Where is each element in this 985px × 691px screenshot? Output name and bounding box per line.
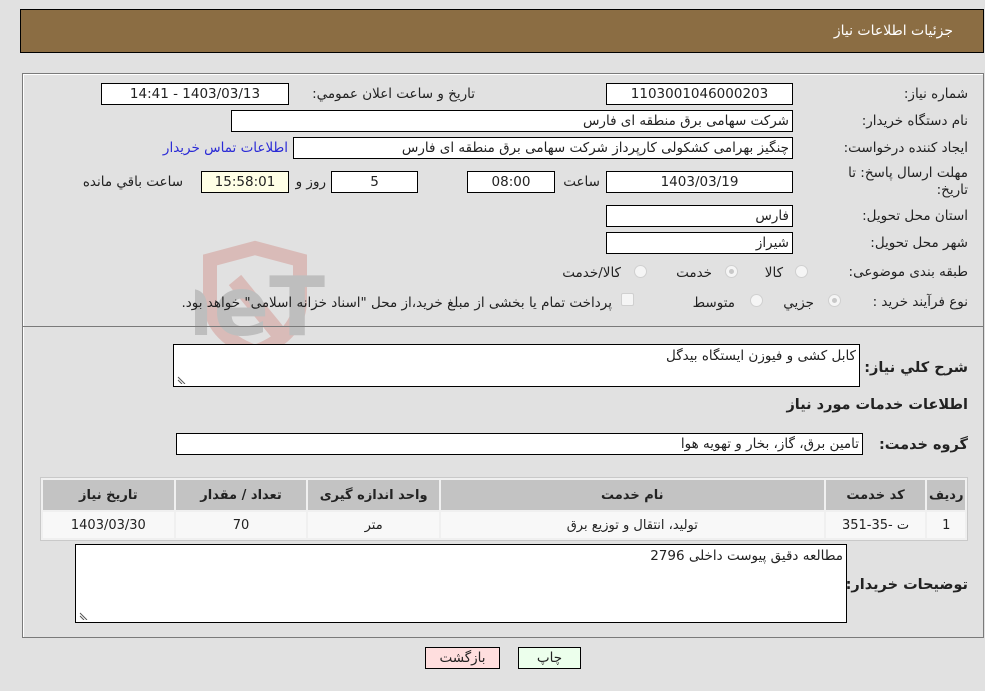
deadline-date-field[interactable]: 1403/03/19 [606,171,793,193]
cell-service-name: تولید، انتقال و توزیع برق [440,512,824,538]
description-textarea[interactable]: کابل کشی و فیوزن ایستگاه بیدگل [173,344,860,387]
need-number-label: شماره نیاز: [903,86,968,102]
city-label: شهر محل تحویل: [870,235,968,251]
announce-datetime-label: تاریخ و ساعت اعلان عمومي: [312,86,475,102]
requester-label: ایجاد کننده درخواست: [843,140,968,156]
cell-quantity: 70 [175,512,307,538]
category-radio-service[interactable] [725,265,738,278]
resize-grip-icon[interactable] [79,611,88,620]
col-need-date: تاریخ نیاز [43,480,174,510]
treasury-checkbox[interactable] [621,293,634,306]
purchase-type-radio-medium[interactable] [750,294,763,307]
purchase-type-option-medium: متوسط [692,295,735,311]
buyer-notes-label: توضیحات خریدار: [845,577,968,593]
buyer-org-field[interactable]: شرکت سهامی برق منطقه ای فارس [231,110,793,132]
table-header-row: رديف کد خدمت نام خدمت واحد اندازه گیری ت… [43,480,965,510]
deadline-label-line2: تاریخ: [936,182,968,198]
days-label: روز و [295,174,326,190]
category-option-goods-service: کالا/خدمت [562,265,621,281]
services-table: رديف کد خدمت نام خدمت واحد اندازه گیری ت… [40,477,968,541]
deadline-time-label: ساعت [563,174,600,190]
buyer-notes-textarea[interactable]: مطالعه دقیق پیوست داخلی 2796 [75,544,847,623]
category-option-goods: کالا [764,265,783,281]
cell-need-date: 1403/03/30 [43,512,174,538]
service-group-field[interactable]: تامین برق، گاز، بخار و تهویه هوا [176,433,863,455]
cell-unit: متر [308,512,439,538]
description-label: شرح كلي نياز: [864,360,968,376]
province-label: استان محل تحویل: [862,208,968,224]
category-radio-goods[interactable] [795,265,808,278]
city-field[interactable]: شیراز [606,232,793,254]
days-remaining-field[interactable]: 5 [331,171,418,193]
cell-row-number: 1 [927,512,965,538]
description-text: کابل کشی و فیوزن ایستگاه بیدگل [666,348,856,364]
deadline-time-field[interactable]: 08:00 [467,171,555,193]
col-unit: واحد اندازه گیری [308,480,439,510]
page-title: جزئیات اطلاعات نیاز [833,23,953,39]
need-number-field[interactable]: 1103001046000203 [606,83,793,105]
announce-datetime-field[interactable]: 1403/03/13 - 14:41 [101,83,289,105]
col-service-name: نام خدمت [440,480,824,510]
resize-grip-icon[interactable] [177,375,186,384]
services-section-title: اطلاعات خدمات مورد نياز [786,397,968,413]
time-remaining-label: ساعت باقي مانده [82,174,183,190]
col-row-number: رديف [927,480,965,510]
category-label: طبقه بندی موضوعی: [848,264,968,280]
cell-service-code: ت -35-351 [825,512,926,538]
back-button[interactable]: بازگشت [425,647,500,669]
deadline-label-line1: مهلت ارسال پاسخ: تا [848,165,968,181]
purchase-type-radio-minor[interactable] [828,294,841,307]
col-quantity: تعداد / مقدار [175,480,307,510]
time-remaining-field[interactable]: 15:58:01 [201,171,289,193]
service-group-label: گروه خدمت: [878,437,968,453]
category-radio-goods-service[interactable] [634,265,647,278]
purchase-type-label: نوع فرآیند خرید : [872,294,968,310]
treasury-note: پرداخت تمام یا بخشی از مبلغ خرید،از محل … [181,295,612,311]
category-option-service: خدمت [676,265,712,281]
table-row: 1 ت -35-351 تولید، انتقال و توزیع برق مت… [43,512,965,538]
buyer-notes-text: مطالعه دقیق پیوست داخلی 2796 [650,548,843,564]
province-field[interactable]: فارس [606,205,793,227]
page-header: جزئیات اطلاعات نیاز [20,9,984,53]
buyer-contact-link[interactable]: اطلاعات تماس خریدار [163,140,288,156]
section-divider [22,326,984,327]
purchase-type-option-minor: جزيي [783,295,814,311]
requester-field[interactable]: چنگیز بهرامی کشکولی کارپرداز شرکت سهامی … [293,137,793,159]
buyer-org-label: نام دستگاه خریدار: [861,113,968,129]
print-button[interactable]: چاپ [518,647,581,669]
col-service-code: کد خدمت [825,480,926,510]
